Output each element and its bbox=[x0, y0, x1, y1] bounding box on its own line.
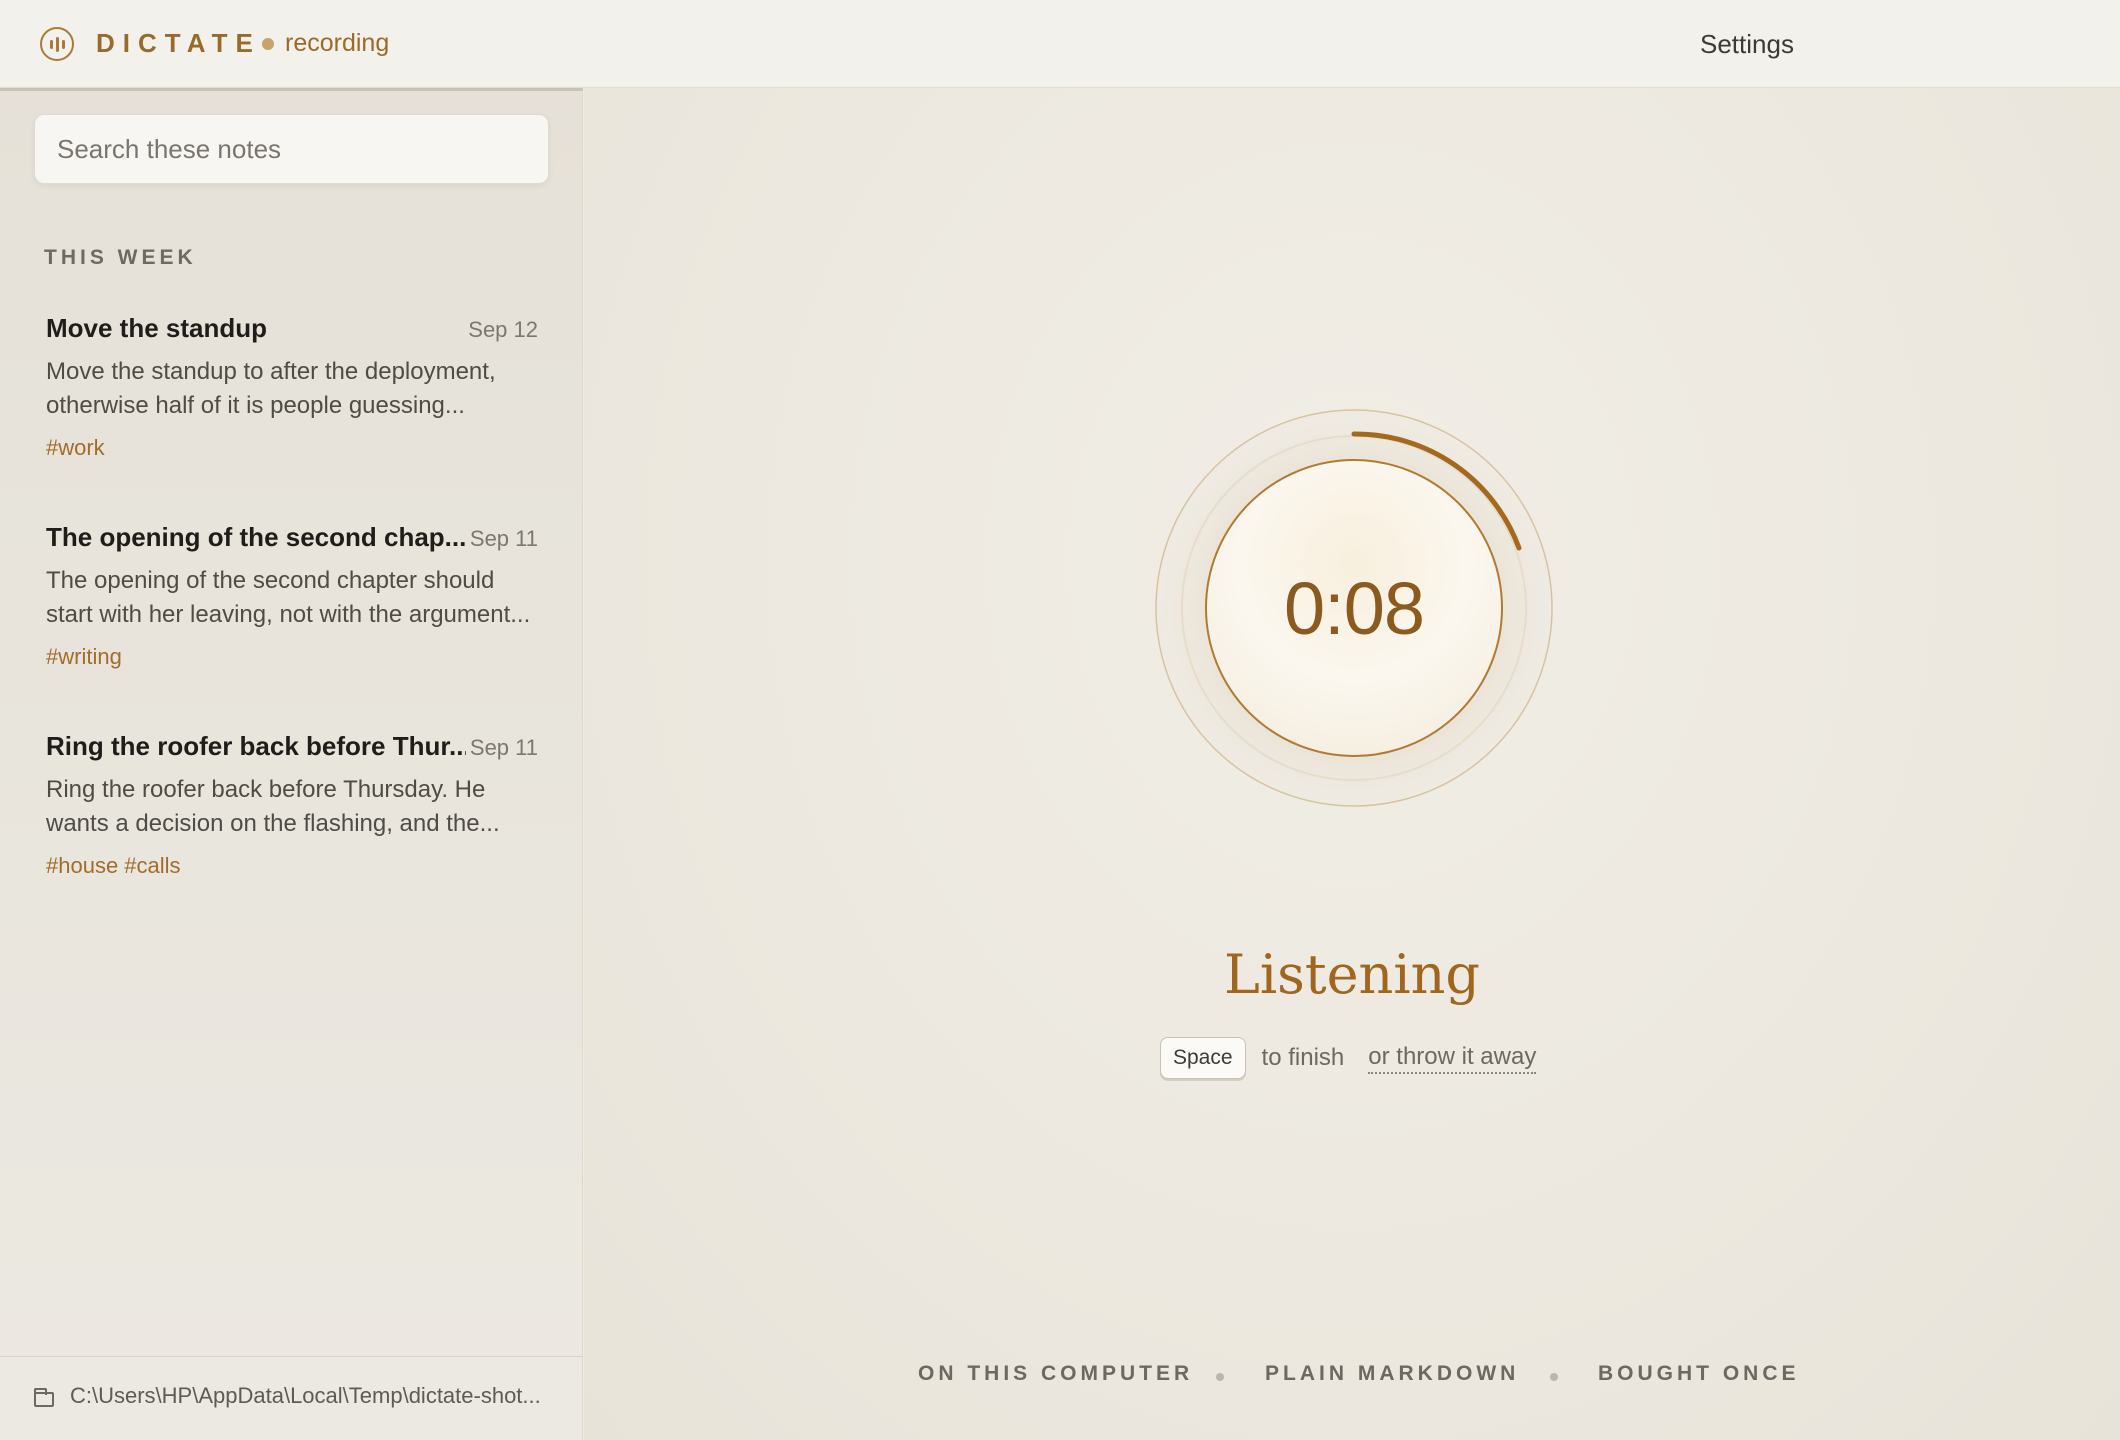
note-date: Sep 12 bbox=[468, 317, 538, 342]
note-tags: #writing bbox=[46, 644, 122, 669]
feature-label: BOUGHT ONCE bbox=[1598, 1362, 1800, 1385]
recording-status: Listening bbox=[1224, 943, 1480, 1006]
sidebar-divider bbox=[0, 88, 583, 91]
app-brand: DICTATE bbox=[96, 28, 261, 58]
discard-link[interactable]: or throw it away bbox=[1368, 1043, 1537, 1074]
settings-link[interactable]: Settings bbox=[1700, 29, 1794, 60]
note-date: Sep 11 bbox=[469, 735, 538, 760]
separator-dot bbox=[1216, 1373, 1224, 1381]
sidebar-footer-divider bbox=[0, 1356, 583, 1357]
recording-status-label: recording bbox=[285, 29, 390, 57]
separator-dot bbox=[1550, 1373, 1558, 1381]
elapsed-timer: 0:08 bbox=[1283, 566, 1425, 650]
note-tags: #work bbox=[46, 435, 105, 460]
shortcut-hint: Space to finish or throw it away bbox=[1160, 1036, 1537, 1080]
note-excerpt: The opening of the second chapter should… bbox=[46, 567, 531, 628]
feature-strip: ON THIS COMPUTER PLAIN MARKDOWN BOUGHT O… bbox=[584, 1362, 2120, 1392]
recording-indicator-dot bbox=[262, 38, 274, 50]
note-date: Sep 11 bbox=[469, 526, 538, 551]
note-excerpt: Move the standup to after the deployment… bbox=[46, 358, 496, 419]
waveform-logo-icon bbox=[40, 27, 74, 61]
note-title: Ring the roofer back before Thur... bbox=[46, 731, 466, 761]
record-button[interactable]: 0:08 bbox=[1154, 408, 1554, 808]
note-item[interactable]: The opening of the second chap... Sep 11… bbox=[46, 522, 538, 682]
storage-path[interactable]: C:\Users\HP\AppData\Local\Temp\dictate-s… bbox=[70, 1383, 541, 1409]
note-excerpt: Ring the roofer back before Thursday. He… bbox=[46, 776, 500, 837]
finish-hint-text: to finish bbox=[1261, 1044, 1345, 1071]
recorder-panel: 0:08 Listening Space to finish or throw … bbox=[584, 88, 2120, 1440]
note-item[interactable]: Move the standup Sep 12 Move the standup… bbox=[46, 313, 538, 473]
sidebar: THIS WEEK Move the standup Sep 12 Move t… bbox=[0, 88, 583, 1440]
folder-icon[interactable] bbox=[34, 1388, 54, 1407]
search-input[interactable] bbox=[34, 114, 549, 184]
top-bar: DICTATE recording Settings bbox=[0, 0, 2120, 88]
note-title: The opening of the second chap... bbox=[46, 522, 466, 552]
section-label-this-week: THIS WEEK bbox=[44, 246, 197, 269]
note-title: Move the standup bbox=[46, 313, 268, 343]
note-tags: #house #calls bbox=[46, 853, 181, 878]
note-item[interactable]: Ring the roofer back before Thur... Sep … bbox=[46, 731, 538, 891]
feature-label: PLAIN MARKDOWN bbox=[1265, 1362, 1520, 1385]
feature-label: ON THIS COMPUTER bbox=[918, 1362, 1194, 1385]
space-key-button[interactable]: Space bbox=[1160, 1037, 1246, 1079]
